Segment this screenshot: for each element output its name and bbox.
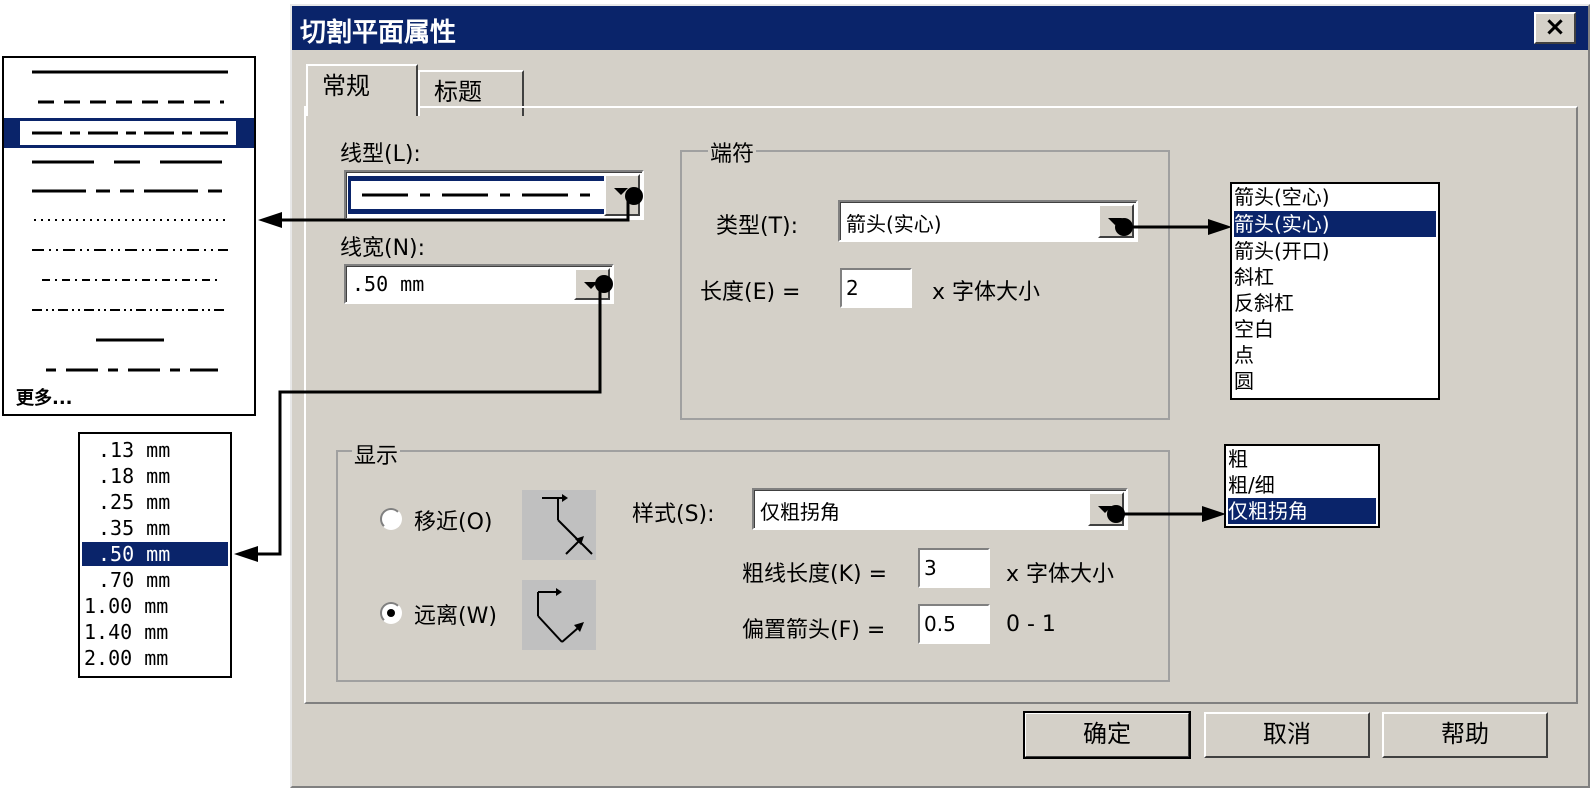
callout-dot — [625, 187, 643, 205]
arrowhead — [1208, 219, 1232, 235]
callout-dot — [595, 275, 613, 293]
arrowhead — [234, 546, 258, 562]
arrowhead — [258, 212, 282, 228]
callout-linewidth — [258, 282, 602, 556]
callout-arrows — [234, 187, 1232, 562]
callout-dot — [1115, 218, 1133, 236]
arrowhead — [1202, 506, 1226, 522]
callout-dot — [1107, 505, 1125, 523]
tab-general-label: 常规 — [322, 72, 370, 100]
callout-linetype — [280, 196, 630, 222]
tab-general[interactable]: 常规 — [306, 64, 418, 116]
